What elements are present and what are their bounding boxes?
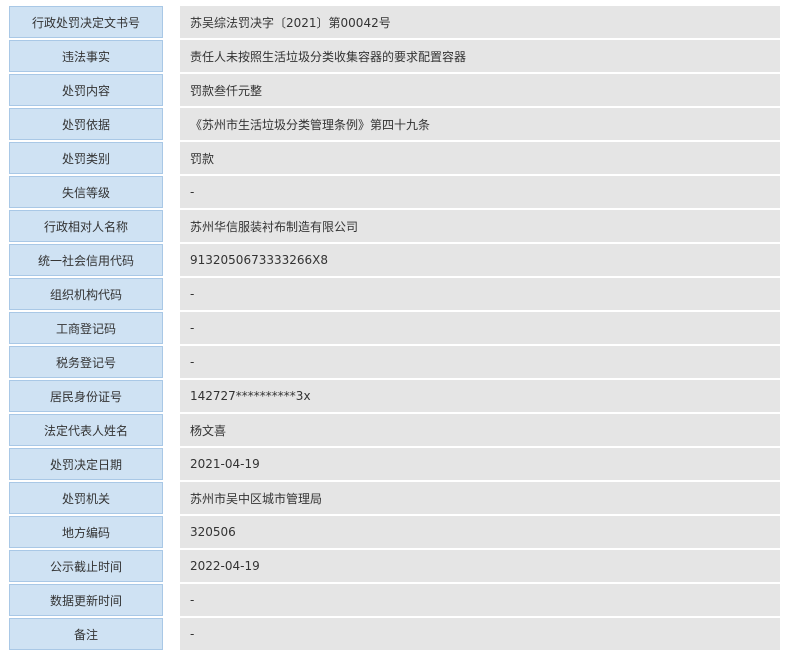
cell-gap bbox=[163, 618, 180, 650]
table-row: 备注 - bbox=[9, 618, 780, 650]
table-row: 处罚机关 苏州市吴中区城市管理局 bbox=[9, 482, 780, 514]
field-label: 处罚决定日期 bbox=[9, 448, 163, 480]
field-value: 142727**********3x bbox=[180, 380, 780, 412]
field-value: 《苏州市生活垃圾分类管理条例》第四十九条 bbox=[180, 108, 780, 140]
cell-gap bbox=[163, 312, 180, 344]
cell-gap bbox=[163, 448, 180, 480]
cell-gap bbox=[163, 584, 180, 616]
cell-gap bbox=[163, 244, 180, 276]
cell-gap bbox=[163, 346, 180, 378]
table-row: 行政相对人名称 苏州华信服装衬布制造有限公司 bbox=[9, 210, 780, 242]
field-value: 责任人未按照生活垃圾分类收集容器的要求配置容器 bbox=[180, 40, 780, 72]
cell-gap bbox=[163, 380, 180, 412]
cell-gap bbox=[163, 550, 180, 582]
table-row: 处罚决定日期 2021-04-19 bbox=[9, 448, 780, 480]
field-value: 9132050673333266X8 bbox=[180, 244, 780, 276]
field-value: - bbox=[180, 346, 780, 378]
table-row: 数据更新时间 - bbox=[9, 584, 780, 616]
field-value: - bbox=[180, 176, 780, 208]
cell-gap bbox=[163, 108, 180, 140]
table-row: 违法事实 责任人未按照生活垃圾分类收集容器的要求配置容器 bbox=[9, 40, 780, 72]
field-label: 处罚依据 bbox=[9, 108, 163, 140]
field-label: 备注 bbox=[9, 618, 163, 650]
cell-gap bbox=[163, 6, 180, 38]
field-label: 法定代表人姓名 bbox=[9, 414, 163, 446]
field-label: 组织机构代码 bbox=[9, 278, 163, 310]
table-row: 处罚类别 罚款 bbox=[9, 142, 780, 174]
field-value: 罚款叁仟元整 bbox=[180, 74, 780, 106]
field-value: 罚款 bbox=[180, 142, 780, 174]
field-label: 统一社会信用代码 bbox=[9, 244, 163, 276]
table-row: 税务登记号 - bbox=[9, 346, 780, 378]
field-label: 违法事实 bbox=[9, 40, 163, 72]
field-value: 320506 bbox=[180, 516, 780, 548]
table-row: 失信等级 - bbox=[9, 176, 780, 208]
field-value: 2021-04-19 bbox=[180, 448, 780, 480]
field-value: - bbox=[180, 618, 780, 650]
field-label: 地方编码 bbox=[9, 516, 163, 548]
field-label: 失信等级 bbox=[9, 176, 163, 208]
cell-gap bbox=[163, 40, 180, 72]
field-label: 行政处罚决定文书号 bbox=[9, 6, 163, 38]
field-label: 公示截止时间 bbox=[9, 550, 163, 582]
cell-gap bbox=[163, 176, 180, 208]
field-value: 苏州华信服装衬布制造有限公司 bbox=[180, 210, 780, 242]
cell-gap bbox=[163, 516, 180, 548]
table-row: 法定代表人姓名 杨文喜 bbox=[9, 414, 780, 446]
cell-gap bbox=[163, 142, 180, 174]
field-value: - bbox=[180, 312, 780, 344]
field-value: 苏州市吴中区城市管理局 bbox=[180, 482, 780, 514]
cell-gap bbox=[163, 210, 180, 242]
table-row: 统一社会信用代码 9132050673333266X8 bbox=[9, 244, 780, 276]
field-label: 处罚机关 bbox=[9, 482, 163, 514]
table-row: 组织机构代码 - bbox=[9, 278, 780, 310]
cell-gap bbox=[163, 414, 180, 446]
field-label: 工商登记码 bbox=[9, 312, 163, 344]
field-value: 2022-04-19 bbox=[180, 550, 780, 582]
table-row: 处罚依据 《苏州市生活垃圾分类管理条例》第四十九条 bbox=[9, 108, 780, 140]
cell-gap bbox=[163, 482, 180, 514]
table-row: 处罚内容 罚款叁仟元整 bbox=[9, 74, 780, 106]
field-label: 行政相对人名称 bbox=[9, 210, 163, 242]
field-value: - bbox=[180, 278, 780, 310]
field-label: 处罚类别 bbox=[9, 142, 163, 174]
table-row: 公示截止时间 2022-04-19 bbox=[9, 550, 780, 582]
penalty-record-table: 行政处罚决定文书号 苏吴综法罚决字〔2021〕第00042号 违法事实 责任人未… bbox=[9, 4, 780, 652]
table-row: 工商登记码 - bbox=[9, 312, 780, 344]
table-row: 居民身份证号 142727**********3x bbox=[9, 380, 780, 412]
field-value: 杨文喜 bbox=[180, 414, 780, 446]
field-value: 苏吴综法罚决字〔2021〕第00042号 bbox=[180, 6, 780, 38]
cell-gap bbox=[163, 278, 180, 310]
field-label: 税务登记号 bbox=[9, 346, 163, 378]
field-label: 居民身份证号 bbox=[9, 380, 163, 412]
field-label: 处罚内容 bbox=[9, 74, 163, 106]
field-value: - bbox=[180, 584, 780, 616]
table-row: 行政处罚决定文书号 苏吴综法罚决字〔2021〕第00042号 bbox=[9, 6, 780, 38]
cell-gap bbox=[163, 74, 180, 106]
field-label: 数据更新时间 bbox=[9, 584, 163, 616]
table-row: 地方编码 320506 bbox=[9, 516, 780, 548]
